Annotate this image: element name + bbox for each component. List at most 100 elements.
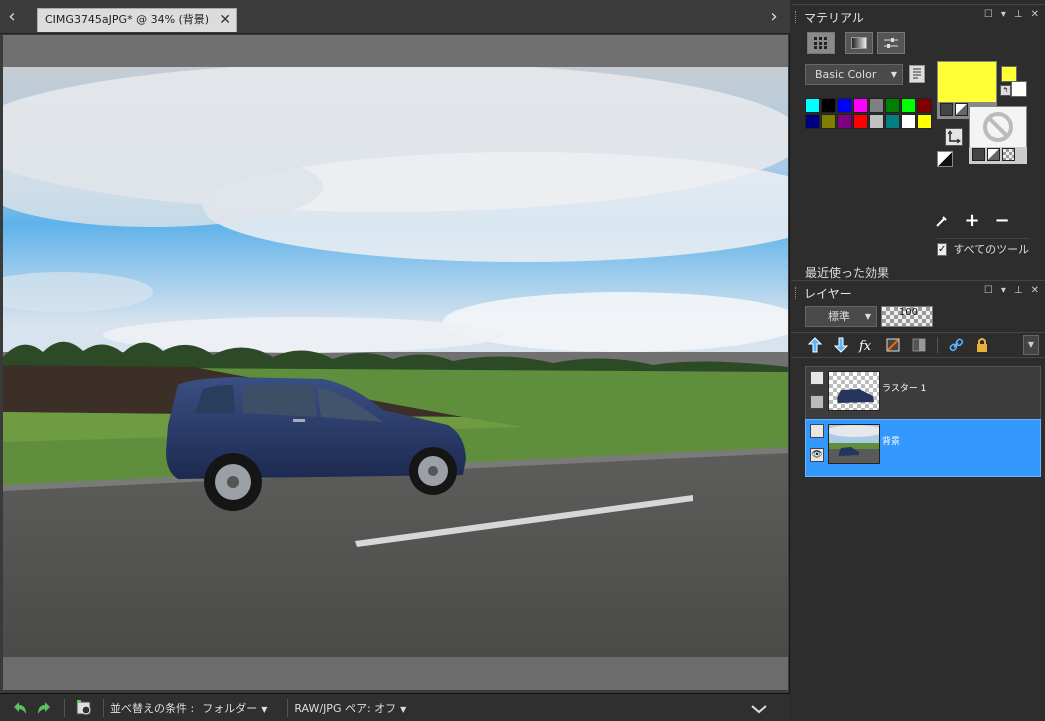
new-vector-layer-icon[interactable] (831, 335, 851, 355)
redo-icon[interactable] (32, 695, 58, 721)
opacity-field[interactable]: 100 (881, 306, 933, 327)
canvas-margin-top (3, 35, 788, 67)
eyedropper-icon[interactable] (933, 212, 951, 230)
color-swatch[interactable] (901, 98, 916, 113)
color-swatch[interactable] (805, 114, 820, 129)
new-raster-layer-icon[interactable] (805, 335, 825, 355)
organizer-icon[interactable] (71, 695, 97, 721)
color-swatch[interactable] (821, 98, 836, 113)
gradient-mode-icon[interactable] (987, 148, 1000, 161)
blend-mode-dropdown[interactable]: 標準 ▼ (805, 306, 877, 327)
color-swatch[interactable] (853, 98, 868, 113)
recent-effects-label: 最近使った効果 (805, 266, 890, 280)
chevron-down-icon: ▼ (890, 70, 897, 79)
lock-icon[interactable] (972, 335, 992, 355)
chevron-down-icon: ▼ (864, 312, 871, 321)
pin-icon[interactable]: ⊥ (1014, 285, 1023, 296)
pin-icon[interactable]: ⊥ (1014, 9, 1023, 20)
panel-grip-icon[interactable] (795, 11, 798, 23)
pattern-mode-icon[interactable] (1002, 148, 1015, 161)
color-mode-icon[interactable] (940, 103, 953, 116)
layer-menu-dropdown[interactable]: ▼ (1023, 335, 1039, 355)
color-swatch[interactable] (853, 114, 868, 129)
right-panel-column: マテリアル ☐ ▾ ⊥ ✕ Basic Color ▼ ↰ + − ✓ すべての… (791, 0, 1045, 721)
panel-grip-icon[interactable] (795, 287, 798, 299)
eye-icon[interactable]: 👁 (810, 448, 824, 462)
materials-panel-header[interactable]: マテリアル ☐ ▾ ⊥ ✕ (791, 4, 1045, 28)
chevron-down-icon: ▼ (400, 704, 407, 714)
toolbar-divider (64, 698, 65, 717)
link-icon[interactable] (946, 335, 966, 355)
color-swatch-grid (805, 98, 932, 129)
blend-mode-value: 標準 (828, 310, 850, 323)
tab-gradient-icon[interactable] (845, 32, 873, 54)
palette-dropdown-value: Basic Color (815, 68, 877, 81)
layer-type-icon (810, 371, 824, 385)
raw-jpg-pair-dropdown[interactable]: RAW/JPG ペア: オフ ▼ (294, 700, 406, 716)
palette-dropdown[interactable]: Basic Color ▼ (805, 64, 903, 85)
close-icon[interactable]: ✕ (1031, 285, 1039, 296)
restore-icon[interactable]: ☐ (984, 9, 993, 20)
toolbar-divider (937, 337, 938, 353)
layer-effects-icon[interactable]: fx (857, 335, 877, 355)
toolbar-divider (287, 698, 289, 717)
swap-small-icon[interactable]: ↰ (1000, 85, 1011, 96)
tab-swatches-icon[interactable] (807, 32, 835, 54)
opacity-value: 100 (898, 307, 918, 318)
color-swatch[interactable] (837, 114, 852, 129)
tab-scroll-left-icon[interactable]: ‹ (0, 0, 24, 34)
color-swatch[interactable] (837, 98, 852, 113)
layer-name: ラスター 1 (882, 384, 927, 394)
document-tab[interactable]: CIMG3745aJPG* @ 34% (背景) ✕ (37, 8, 237, 32)
materials-panel: Basic Color ▼ ↰ + − ✓ すべてのツール 最近使った効果 (791, 30, 1045, 280)
tab-adjust-icon[interactable] (877, 32, 905, 54)
layers-panel-header[interactable]: レイヤー ☐ ▾ ⊥ ✕ (791, 280, 1045, 304)
color-swatch[interactable] (805, 98, 820, 113)
chevron-down-icon: ▼ (261, 704, 268, 714)
color-swatch[interactable] (917, 98, 932, 113)
swap-colors-icon[interactable] (945, 128, 963, 146)
sort-dropdown-value: フォルダー (202, 701, 258, 715)
color-swatch[interactable] (885, 98, 900, 113)
color-swatch[interactable] (821, 114, 836, 129)
svg-text:fx: fx (858, 339, 872, 354)
gradient-mode-icon[interactable] (955, 103, 968, 116)
default-colors-icon[interactable] (937, 151, 953, 167)
restore-icon[interactable]: ☐ (984, 285, 993, 296)
color-swatch[interactable] (869, 114, 884, 129)
color-swatch[interactable] (885, 114, 900, 129)
small-foreground-swatch[interactable] (1001, 66, 1017, 82)
document-tab-strip: ‹ CIMG3745aJPG* @ 34% (背景) ✕ › (0, 0, 790, 34)
minus-icon[interactable]: − (993, 212, 1011, 230)
photo-image (3, 67, 788, 657)
color-swatch[interactable] (917, 114, 932, 129)
undo-icon[interactable] (6, 695, 32, 721)
collapse-chevron-icon[interactable] (746, 696, 772, 721)
plus-icon[interactable]: + (963, 212, 981, 230)
close-icon[interactable]: ✕ (1031, 9, 1039, 20)
photo-canvas[interactable] (3, 67, 788, 657)
chevron-down-icon[interactable]: ▾ (1001, 9, 1006, 20)
all-tools-checkbox[interactable]: ✓ (937, 242, 948, 256)
chevron-down-icon[interactable]: ▾ (1001, 285, 1006, 296)
color-swatch[interactable] (901, 114, 916, 129)
document-tab-label: CIMG3745aJPG* @ 34% (背景) (45, 13, 210, 26)
sort-dropdown[interactable]: フォルダー ▼ (202, 700, 267, 716)
small-background-swatch[interactable] (1011, 81, 1027, 97)
mask-layer-icon[interactable] (909, 335, 929, 355)
sort-label: 並べ替えの条件 : (110, 701, 195, 715)
raw-jpg-pair-label: RAW/JPG ペア: オフ (294, 701, 397, 715)
layer-thumbnail (828, 371, 880, 411)
canvas-workspace[interactable] (3, 35, 788, 690)
tab-scroll-right-icon[interactable]: › (762, 0, 786, 34)
canvas-margin-bottom (3, 657, 788, 690)
palette-menu-icon[interactable] (909, 65, 925, 83)
color-swatch[interactable] (869, 98, 884, 113)
color-mode-icon[interactable] (972, 148, 985, 161)
layers-panel: 標準 ▼ 100 fx ▼ ラスター 1 👁 背景 (791, 304, 1045, 721)
close-icon[interactable]: ✕ (219, 9, 231, 31)
visibility-toggle[interactable] (810, 395, 824, 409)
layer-item-raster-1[interactable]: ラスター 1 (805, 366, 1041, 424)
layer-item-background[interactable]: 👁 背景 (805, 419, 1041, 477)
adjustment-layer-icon[interactable] (883, 335, 903, 355)
